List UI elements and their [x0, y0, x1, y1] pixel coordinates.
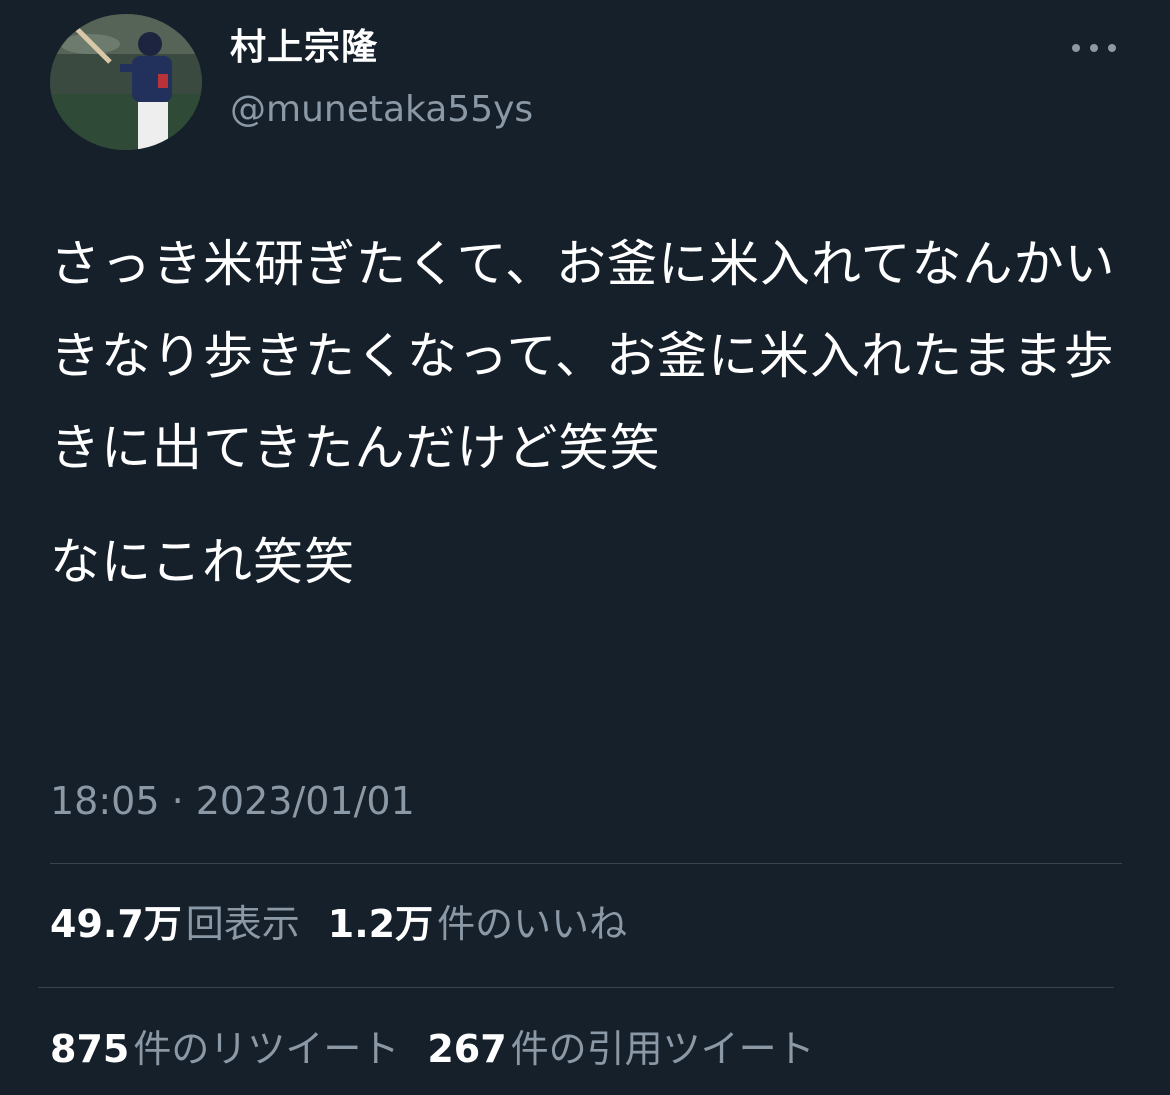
handle[interactable]: @munetaka55ys	[230, 88, 533, 132]
quotes-label: 件の引用ツイート	[510, 1027, 815, 1071]
views-stat[interactable]: 49.7万 回表示	[50, 899, 300, 949]
display-name[interactable]: 村上宗隆	[230, 26, 533, 70]
stats-row-views-likes: 49.7万 回表示 1.2万 件のいいね	[50, 899, 655, 949]
divider	[38, 987, 1114, 988]
tweet-timestamp[interactable]: 18:05 · 2023/01/01	[50, 776, 415, 826]
retweets-stat[interactable]: 875 件のリツイート	[50, 1024, 399, 1074]
avatar-image	[50, 14, 202, 150]
tweet-text-paragraph: さっき米研ぎたくて、お釜に米入れてなんかいきなり歩きたくなって、お釜に米入れたま…	[50, 235, 1116, 477]
retweets-label: 件のリツイート	[133, 1027, 400, 1071]
views-label: 回表示	[185, 902, 300, 946]
likes-label: 件のいいね	[437, 902, 628, 946]
more-dot	[1072, 44, 1080, 52]
likes-count: 1.2万	[327, 902, 434, 946]
author-block: 村上宗隆 @munetaka55ys	[230, 26, 533, 132]
quotes-stat[interactable]: 267 件の引用ツイート	[427, 1024, 814, 1074]
quotes-count: 267	[427, 1027, 507, 1071]
likes-stat[interactable]: 1.2万 件のいいね	[328, 899, 627, 949]
retweets-count: 875	[50, 1027, 130, 1071]
tweet-header: 村上宗隆 @munetaka55ys	[50, 14, 1130, 154]
divider	[50, 863, 1122, 864]
stats-row-retweets-quotes: 875 件のリツイート 267 件の引用ツイート	[50, 1024, 843, 1074]
views-count: 49.7万	[50, 902, 182, 946]
more-dot	[1108, 44, 1116, 52]
more-horizontal-icon[interactable]	[1072, 38, 1116, 58]
avatar[interactable]	[50, 14, 202, 150]
more-dot	[1090, 44, 1098, 52]
tweet-text-paragraph-2: なにこれ笑笑	[50, 533, 355, 591]
tweet-text: さっき米研ぎたくて、お釜に米入れてなんかいきなり歩きたくなって、お釜に米入れたま…	[50, 218, 1120, 608]
